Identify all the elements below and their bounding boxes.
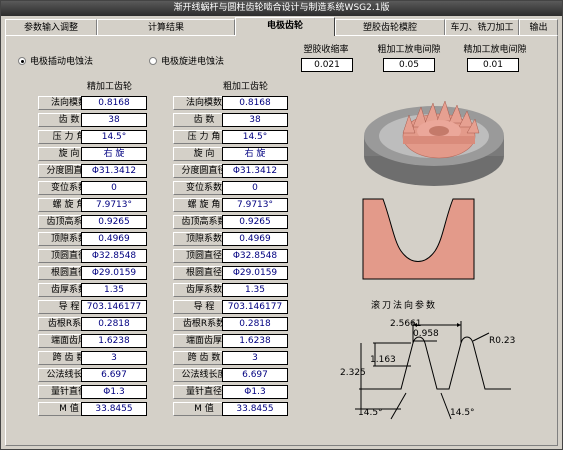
- fine-value[interactable]: 0.2818: [81, 317, 147, 331]
- fine-value[interactable]: 6.697: [81, 368, 147, 382]
- fine-value[interactable]: 0.8168: [81, 96, 147, 110]
- main-window: 渐开线蜗杆与圆柱齿轮啮合设计与制造系统WSG2.1版 参数输入调整 计算结果 电…: [0, 0, 563, 450]
- rough-value[interactable]: 1.35: [222, 283, 288, 297]
- addendum-dimension: 1.163: [370, 355, 396, 365]
- fine-value[interactable]: 0.9265: [81, 215, 147, 229]
- fine-value[interactable]: Φ1.3: [81, 385, 147, 399]
- rough-gap-field[interactable]: 0.05: [383, 58, 435, 72]
- rough-value[interactable]: 右 旋: [222, 147, 288, 161]
- radio-dot: [149, 56, 157, 65]
- depth-dimension: 2.325: [340, 368, 366, 378]
- fine-value[interactable]: 3: [81, 351, 147, 365]
- window-title: 渐开线蜗杆与圆柱齿轮啮合设计与制造系统WSG2.1版: [1, 1, 562, 16]
- tab-output[interactable]: 输出: [519, 19, 558, 35]
- rough-value[interactable]: Φ1.3: [222, 385, 288, 399]
- cutter-diagram-title: 滚刀法向参数: [371, 301, 438, 311]
- rough-value[interactable]: 0: [222, 181, 288, 195]
- rough-value[interactable]: 7.9713°: [222, 198, 288, 212]
- tooth-profile-image: [362, 198, 475, 280]
- rough-value[interactable]: Φ29.0159: [222, 266, 288, 280]
- rough-gear-header: 粗加工齿轮: [223, 82, 269, 92]
- tab-tool-machining[interactable]: 车刀、铣刀加工: [445, 19, 519, 35]
- left-angle-dimension: 14.5°: [358, 408, 383, 418]
- rough-value[interactable]: 0.8168: [222, 96, 288, 110]
- fine-value[interactable]: Φ29.0159: [81, 266, 147, 280]
- tab-param-input[interactable]: 参数输入调整: [5, 19, 97, 35]
- shrink-rate-label: 塑胶收缩率: [303, 45, 349, 55]
- rough-value[interactable]: Φ31.3412: [222, 164, 288, 178]
- radio-plunge-label: 电极插动电蚀法: [30, 57, 94, 67]
- rough-value[interactable]: Φ32.8548: [222, 249, 288, 263]
- rough-value[interactable]: 6.697: [222, 368, 288, 382]
- fine-value[interactable]: 7.9713°: [81, 198, 147, 212]
- tab-calc-result[interactable]: 计算结果: [97, 19, 235, 35]
- radio-screw-label: 电极旋进电蚀法: [161, 57, 225, 67]
- fine-gear-header: 精加工齿轮: [87, 82, 133, 92]
- top-width-dimension: 0.958: [413, 329, 439, 339]
- tab-plastic-mold[interactable]: 塑胶齿轮模腔: [335, 19, 445, 35]
- rough-value[interactable]: 0.9265: [222, 215, 288, 229]
- rough-gap-label: 粗加工放电间隙: [377, 45, 441, 55]
- fine-value[interactable]: 0: [81, 181, 147, 195]
- shrink-rate-field[interactable]: 0.021: [301, 58, 353, 72]
- radio-plunge-method[interactable]: 电极插动电蚀法: [18, 54, 93, 67]
- fine-value[interactable]: 1.6238: [81, 334, 147, 348]
- pitch-dimension: 2.5661: [390, 319, 422, 329]
- fine-gap-field[interactable]: 0.01: [467, 58, 519, 72]
- rough-value[interactable]: 38: [222, 113, 288, 127]
- fine-value[interactable]: 右 旋: [81, 147, 147, 161]
- fine-value[interactable]: 38: [81, 113, 147, 127]
- rough-value[interactable]: 1.6238: [222, 334, 288, 348]
- rough-value[interactable]: 3: [222, 351, 288, 365]
- radius-dimension: R0.23: [489, 336, 516, 346]
- rough-value[interactable]: 33.8455: [222, 402, 288, 416]
- fine-value[interactable]: 33.8455: [81, 402, 147, 416]
- tab-electrode-gear[interactable]: 电极齿轮: [235, 17, 335, 36]
- radio-dot-selected: [18, 56, 26, 65]
- gear-3d-image: [364, 100, 504, 186]
- fine-gap-label: 精加工放电间隙: [463, 45, 527, 55]
- fine-value[interactable]: 0.4969: [81, 232, 147, 246]
- rough-value[interactable]: 0.2818: [222, 317, 288, 331]
- radio-screw-method[interactable]: 电极旋进电蚀法: [149, 54, 224, 67]
- fine-value[interactable]: 14.5°: [81, 130, 147, 144]
- rough-value[interactable]: 0.4969: [222, 232, 288, 246]
- fine-value[interactable]: 1.35: [81, 283, 147, 297]
- tab-bar: 参数输入调整 计算结果 电极齿轮 塑胶齿轮模腔 车刀、铣刀加工 输出: [5, 17, 558, 36]
- right-angle-dimension: 14.5°: [450, 408, 475, 418]
- fine-value[interactable]: Φ32.8548: [81, 249, 147, 263]
- fine-value[interactable]: 703.146177: [81, 300, 147, 314]
- rough-value[interactable]: 703.146177: [222, 300, 288, 314]
- rough-value[interactable]: 14.5°: [222, 130, 288, 144]
- fine-value[interactable]: Φ31.3412: [81, 164, 147, 178]
